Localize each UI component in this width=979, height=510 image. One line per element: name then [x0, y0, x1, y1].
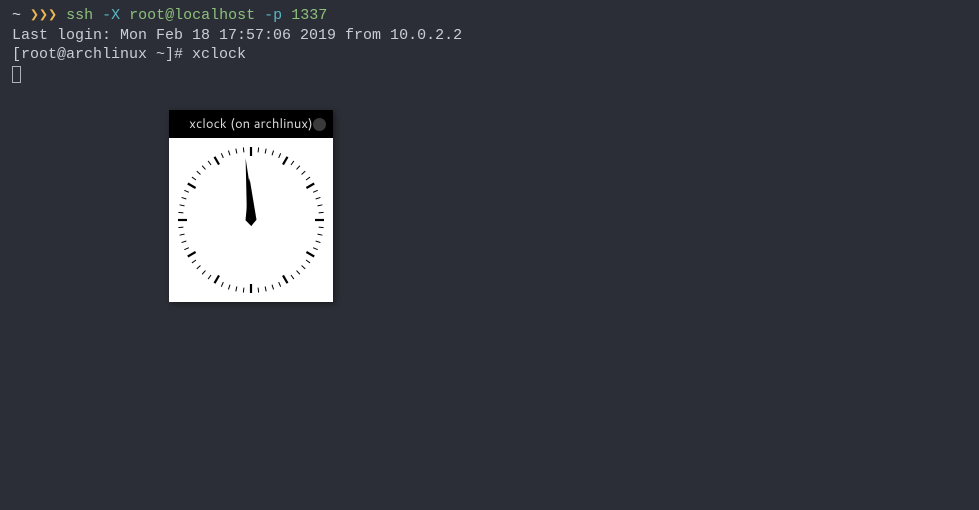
terminal-line-1: ~ ❯❯❯ ssh -X root@localhost -p 1337 [12, 6, 967, 26]
xclock-window-title: xclock (on archlinux) [175, 115, 327, 133]
prompt-arrows: ❯❯❯ [30, 7, 66, 24]
root-prompt: [root@archlinux ~]# [12, 46, 192, 63]
prompt-tilde: ~ [12, 7, 30, 24]
terminal-line-2: Last login: Mon Feb 18 17:57:06 2019 fro… [12, 26, 967, 46]
terminal-cursor [12, 66, 21, 83]
xclock-clock-face [169, 138, 333, 302]
ssh-flag-p: -p [264, 7, 282, 24]
terminal-output[interactable]: ~ ❯❯❯ ssh -X root@localhost -p 1337 Last… [0, 0, 979, 90]
ssh-port: 1337 [282, 7, 327, 24]
terminal-line-3: [root@archlinux ~]# xclock [12, 45, 967, 65]
clock-hands [246, 158, 257, 226]
clock-svg [169, 138, 333, 302]
terminal-cursor-line [12, 65, 967, 85]
ssh-target: root@localhost [120, 7, 264, 24]
xclock-titlebar[interactable]: xclock (on archlinux) [169, 110, 333, 138]
xclock-command: xclock [192, 46, 246, 63]
window-control-icon[interactable] [313, 118, 326, 131]
ssh-command: ssh [66, 7, 102, 24]
xclock-window[interactable]: xclock (on archlinux) [169, 110, 333, 302]
ssh-flag-x: -X [102, 7, 120, 24]
